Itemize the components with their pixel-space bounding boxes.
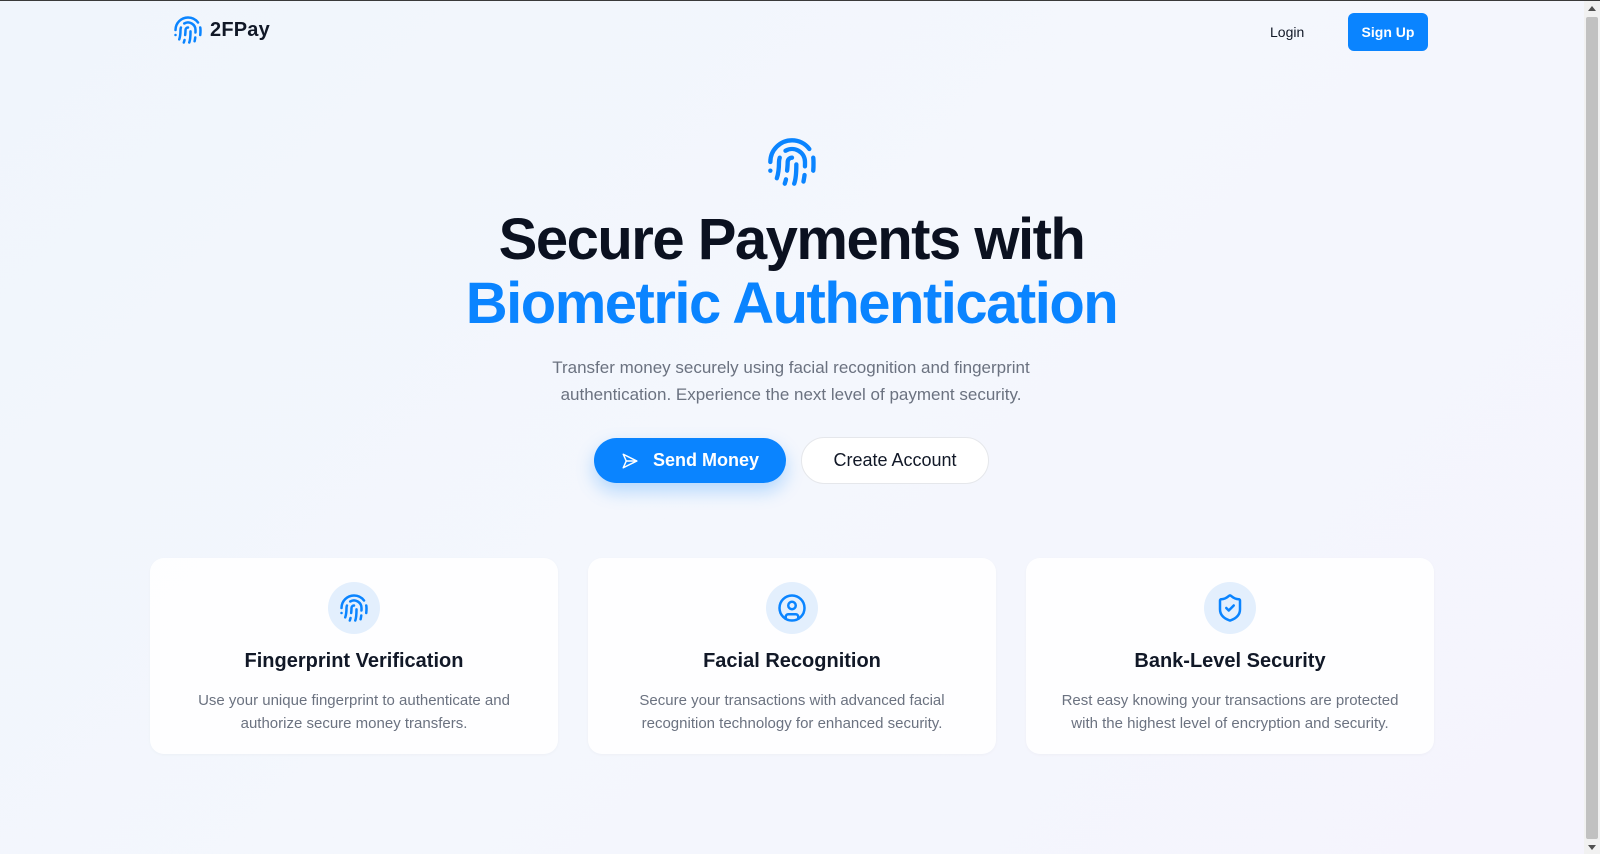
send-money-label: Send Money [652,450,759,470]
shield-check-icon [1218,594,1242,622]
hero-title-line2: Biometric Authentication [465,271,1119,336]
login-link[interactable]: Login [1270,20,1304,44]
feature-description: Secure your transactions with advanced f… [616,689,968,735]
scrollbar-thumb[interactable] [1586,17,1598,839]
feature-title: Facial Recognition [703,650,881,672]
hero-subtitle-line2: authentication. Experience the next leve… [560,385,1022,404]
send-money-button[interactable]: Send Money [594,438,786,483]
hero-title-line1: Secure Payments with [498,207,1086,272]
fingerprint-icon [768,138,816,186]
send-icon [622,453,638,468]
feature-description-line1: Secure your transactions with advanced f… [639,692,945,709]
brand-logo[interactable]: 2FPay [173,15,270,45]
feature-description-line2: authorize secure money transfers. [240,715,468,732]
feature-description-line1: Use your unique fingerprint to authentic… [198,692,510,709]
feature-icon-badge [766,582,818,634]
feature-description: Use your unique fingerprint to authentic… [178,689,530,735]
landing-page: 2FPay Login Sign Up Secure Payments with… [0,1,1583,854]
signup-button[interactable]: Sign Up [1348,13,1428,51]
feature-description: Rest easy knowing your transactions are … [1054,689,1406,735]
feature-icon-badge [1204,582,1256,634]
feature-card-facial: Facial Recognition Secure your transacti… [588,558,996,754]
feature-card-fingerprint: Fingerprint Verification Use your unique… [150,558,558,754]
feature-icon-badge [328,582,380,634]
hero-subtitle: Transfer money securely using facial rec… [491,354,1091,408]
feature-title: Fingerprint Verification [244,650,464,672]
create-account-button[interactable]: Create Account [801,437,989,484]
feature-description-line1: Rest easy knowing your transactions are … [1061,692,1399,709]
hero-subtitle-line1: Transfer money securely using facial rec… [552,358,1030,377]
feature-title: Bank-Level Security [1134,650,1326,672]
user-circle-icon [778,594,806,622]
feature-card-security: Bank-Level Security Rest easy knowing yo… [1026,558,1434,754]
fingerprint-icon [340,594,368,622]
scroll-up-arrow-icon[interactable] [1588,6,1596,11]
feature-description-line2: recognition technology for enhanced secu… [641,715,943,732]
fingerprint-icon [174,16,202,44]
scroll-down-arrow-icon[interactable] [1588,845,1596,850]
feature-description-line2: with the highest level of encryption and… [1071,715,1389,732]
page-scrollbar[interactable] [1584,1,1600,854]
brand-name: 2FPay [210,18,270,41]
